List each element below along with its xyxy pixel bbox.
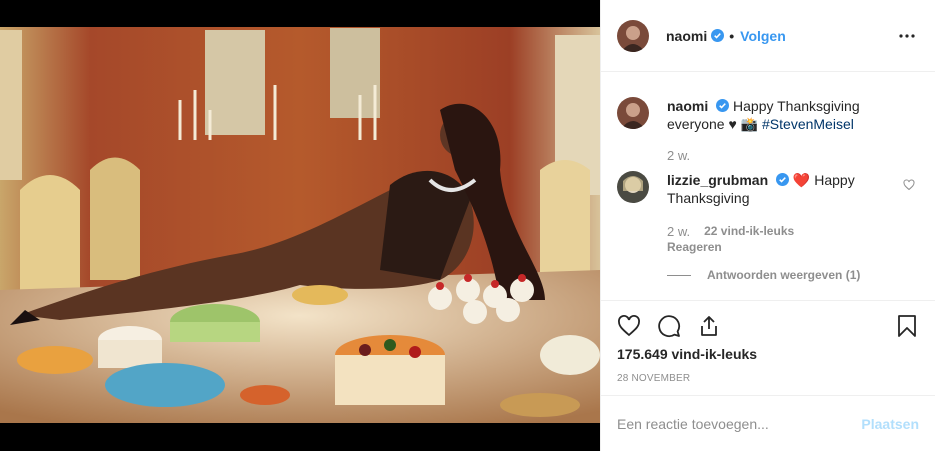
post-image[interactable] — [0, 0, 600, 451]
comment-likes-count[interactable]: 22 vind-ik-leuks — [704, 224, 794, 239]
verified-badge-icon — [716, 99, 730, 112]
post-comment-button[interactable]: Plaatsen — [861, 416, 919, 432]
post-actions-bar — [617, 310, 919, 342]
comments-section: naomi Happy Thanksgiving everyone ♥ 📸 #S… — [601, 73, 935, 301]
comment-bubble-icon[interactable] — [657, 314, 681, 338]
add-comment-input[interactable] — [617, 415, 862, 432]
verified-badge-icon — [711, 29, 725, 42]
red-heart-emoji: ❤️ — [792, 172, 811, 188]
comment-text: lizzie_grubman ❤️ Happy Thanksgiving — [667, 171, 903, 207]
caption-emojis: ♥ 📸 — [728, 116, 759, 132]
comment-item: lizzie_grubman ❤️ Happy Thanksgiving — [617, 171, 919, 207]
add-comment-bar: Plaatsen — [601, 395, 935, 451]
reply-button[interactable]: Reageren — [667, 240, 722, 254]
comment-like-heart-icon[interactable] — [903, 179, 915, 191]
caption-avatar[interactable] — [617, 97, 649, 129]
post-details-panel: naomi • Volgen naomi Happy Thanksgiving … — [600, 0, 935, 451]
caption-text: naomi Happy Thanksgiving everyone ♥ 📸 #S… — [667, 97, 903, 133]
follow-button[interactable]: Volgen — [740, 28, 786, 44]
avatar[interactable] — [617, 19, 649, 52]
commenter-username[interactable]: lizzie_grubman — [667, 172, 768, 188]
like-heart-icon[interactable] — [617, 314, 641, 338]
post-header: naomi • Volgen — [601, 0, 935, 72]
comment-reply-row: Reageren — [667, 240, 919, 254]
replies-divider-line — [667, 274, 691, 276]
share-upload-icon[interactable] — [697, 314, 721, 338]
view-replies-label[interactable]: Antwoorden weergeven (1) — [707, 268, 860, 282]
caption-timestamp[interactable]: 2 w. — [667, 148, 690, 163]
bookmark-save-icon[interactable] — [895, 314, 919, 338]
commenter-avatar[interactable] — [617, 171, 649, 203]
separator-dot: • — [729, 27, 735, 44]
comment-meta: 2 w. 22 vind-ik-leuks — [667, 224, 919, 239]
post-date[interactable]: 28 NOVEMBER — [617, 373, 690, 384]
caption-meta: 2 w. — [667, 148, 919, 163]
caption: naomi Happy Thanksgiving everyone ♥ 📸 #S… — [617, 97, 919, 133]
comment-timestamp[interactable]: 2 w. — [667, 224, 690, 239]
caption-username[interactable]: naomi — [667, 98, 708, 114]
hashtag-link[interactable]: #StevenMeisel — [762, 116, 854, 132]
verified-badge-icon — [776, 173, 790, 186]
more-options-icon[interactable] — [895, 24, 919, 48]
author-username[interactable]: naomi — [666, 28, 707, 44]
photo-scene — [0, 0, 600, 451]
view-replies-toggle[interactable]: Antwoorden weergeven (1) — [667, 268, 919, 282]
likes-count[interactable]: 175.649 vind-ik-leuks — [617, 346, 757, 362]
